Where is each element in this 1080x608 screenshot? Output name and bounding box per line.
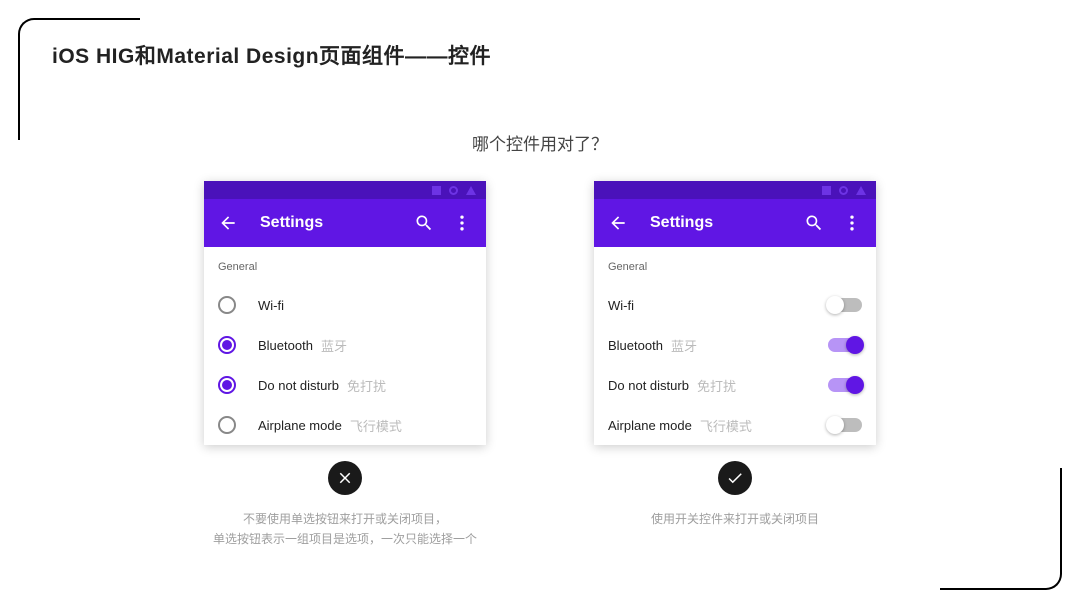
page-title: iOS HIG和Material Design页面组件——控件 bbox=[52, 40, 1028, 70]
settings-list: Wi-fi Bluetooth 蓝牙 Do not disturb 免打扰 bbox=[204, 285, 486, 445]
settings-list: Wi-fi Bluetooth 蓝牙 Do not disturb 免打扰 bbox=[594, 285, 876, 445]
search-icon[interactable] bbox=[804, 213, 824, 233]
item-annotation: 免打扰 bbox=[697, 376, 736, 395]
item-annotation: 蓝牙 bbox=[321, 336, 347, 355]
correct-caption: 使用开关控件来打开或关闭项目 bbox=[651, 509, 819, 529]
radio-button[interactable] bbox=[218, 296, 236, 314]
list-item[interactable]: Bluetooth 蓝牙 bbox=[594, 325, 876, 365]
item-annotation: 免打扰 bbox=[347, 376, 386, 395]
status-icon bbox=[822, 186, 831, 195]
list-item[interactable]: Do not disturb 免打扰 bbox=[594, 365, 876, 405]
slide: iOS HIG和Material Design页面组件——控件 哪个控件用对了？… bbox=[0, 0, 1080, 590]
list-item[interactable]: Wi-fi bbox=[594, 285, 876, 325]
section-header: General bbox=[594, 247, 876, 285]
correct-badge bbox=[718, 461, 752, 495]
status-icon bbox=[856, 186, 866, 195]
phone-mock-right: Settings General Wi-fi bbox=[594, 181, 876, 445]
item-label: Do not disturb bbox=[258, 378, 339, 393]
item-label: Bluetooth bbox=[608, 338, 663, 353]
item-label: Wi-fi bbox=[608, 298, 634, 313]
example-correct: Settings General Wi-fi bbox=[594, 181, 876, 550]
status-icon bbox=[839, 186, 848, 195]
item-label: Do not disturb bbox=[608, 378, 689, 393]
list-item[interactable]: Bluetooth 蓝牙 bbox=[204, 325, 486, 365]
back-icon[interactable] bbox=[608, 213, 628, 233]
status-icon bbox=[432, 186, 441, 195]
status-icon bbox=[466, 186, 476, 195]
switch-toggle[interactable] bbox=[828, 378, 862, 392]
question-text: 哪个控件用对了？ bbox=[52, 130, 1028, 155]
app-bar-title: Settings bbox=[260, 214, 414, 232]
radio-button[interactable] bbox=[218, 336, 236, 354]
item-label: Airplane mode bbox=[258, 418, 342, 433]
overflow-icon[interactable] bbox=[842, 213, 862, 233]
app-bar-title: Settings bbox=[650, 214, 804, 232]
switch-toggle[interactable] bbox=[828, 338, 862, 352]
wrong-badge bbox=[328, 461, 362, 495]
overflow-icon[interactable] bbox=[452, 213, 472, 233]
cross-icon bbox=[336, 469, 354, 487]
item-label: Bluetooth bbox=[258, 338, 313, 353]
search-icon[interactable] bbox=[414, 213, 434, 233]
status-icon bbox=[449, 186, 458, 195]
back-icon[interactable] bbox=[218, 213, 238, 233]
item-annotation: 蓝牙 bbox=[671, 336, 697, 355]
item-label: Airplane mode bbox=[608, 418, 692, 433]
check-icon bbox=[726, 469, 744, 487]
list-item[interactable]: Airplane mode 飞行模式 bbox=[204, 405, 486, 445]
list-item[interactable]: Wi-fi bbox=[204, 285, 486, 325]
item-label: Wi-fi bbox=[258, 298, 284, 313]
item-annotation: 飞行模式 bbox=[350, 416, 402, 435]
list-item[interactable]: Do not disturb 免打扰 bbox=[204, 365, 486, 405]
radio-button[interactable] bbox=[218, 416, 236, 434]
example-wrong: Settings General Wi-fi bbox=[204, 181, 486, 550]
item-annotation: 飞行模式 bbox=[700, 416, 752, 435]
android-status-bar bbox=[204, 181, 486, 199]
phone-mock-left: Settings General Wi-fi bbox=[204, 181, 486, 445]
android-status-bar bbox=[594, 181, 876, 199]
switch-toggle[interactable] bbox=[828, 418, 862, 432]
app-bar: Settings bbox=[204, 199, 486, 247]
app-bar: Settings bbox=[594, 199, 876, 247]
switch-toggle[interactable] bbox=[828, 298, 862, 312]
example-row: Settings General Wi-fi bbox=[52, 181, 1028, 550]
list-item[interactable]: Airplane mode 飞行模式 bbox=[594, 405, 876, 445]
wrong-caption: 不要使用单选按钮来打开或关闭项目， 单选按钮表示一组项目是选项，一次只能选择一个 bbox=[213, 509, 477, 550]
section-header: General bbox=[204, 247, 486, 285]
radio-button[interactable] bbox=[218, 376, 236, 394]
